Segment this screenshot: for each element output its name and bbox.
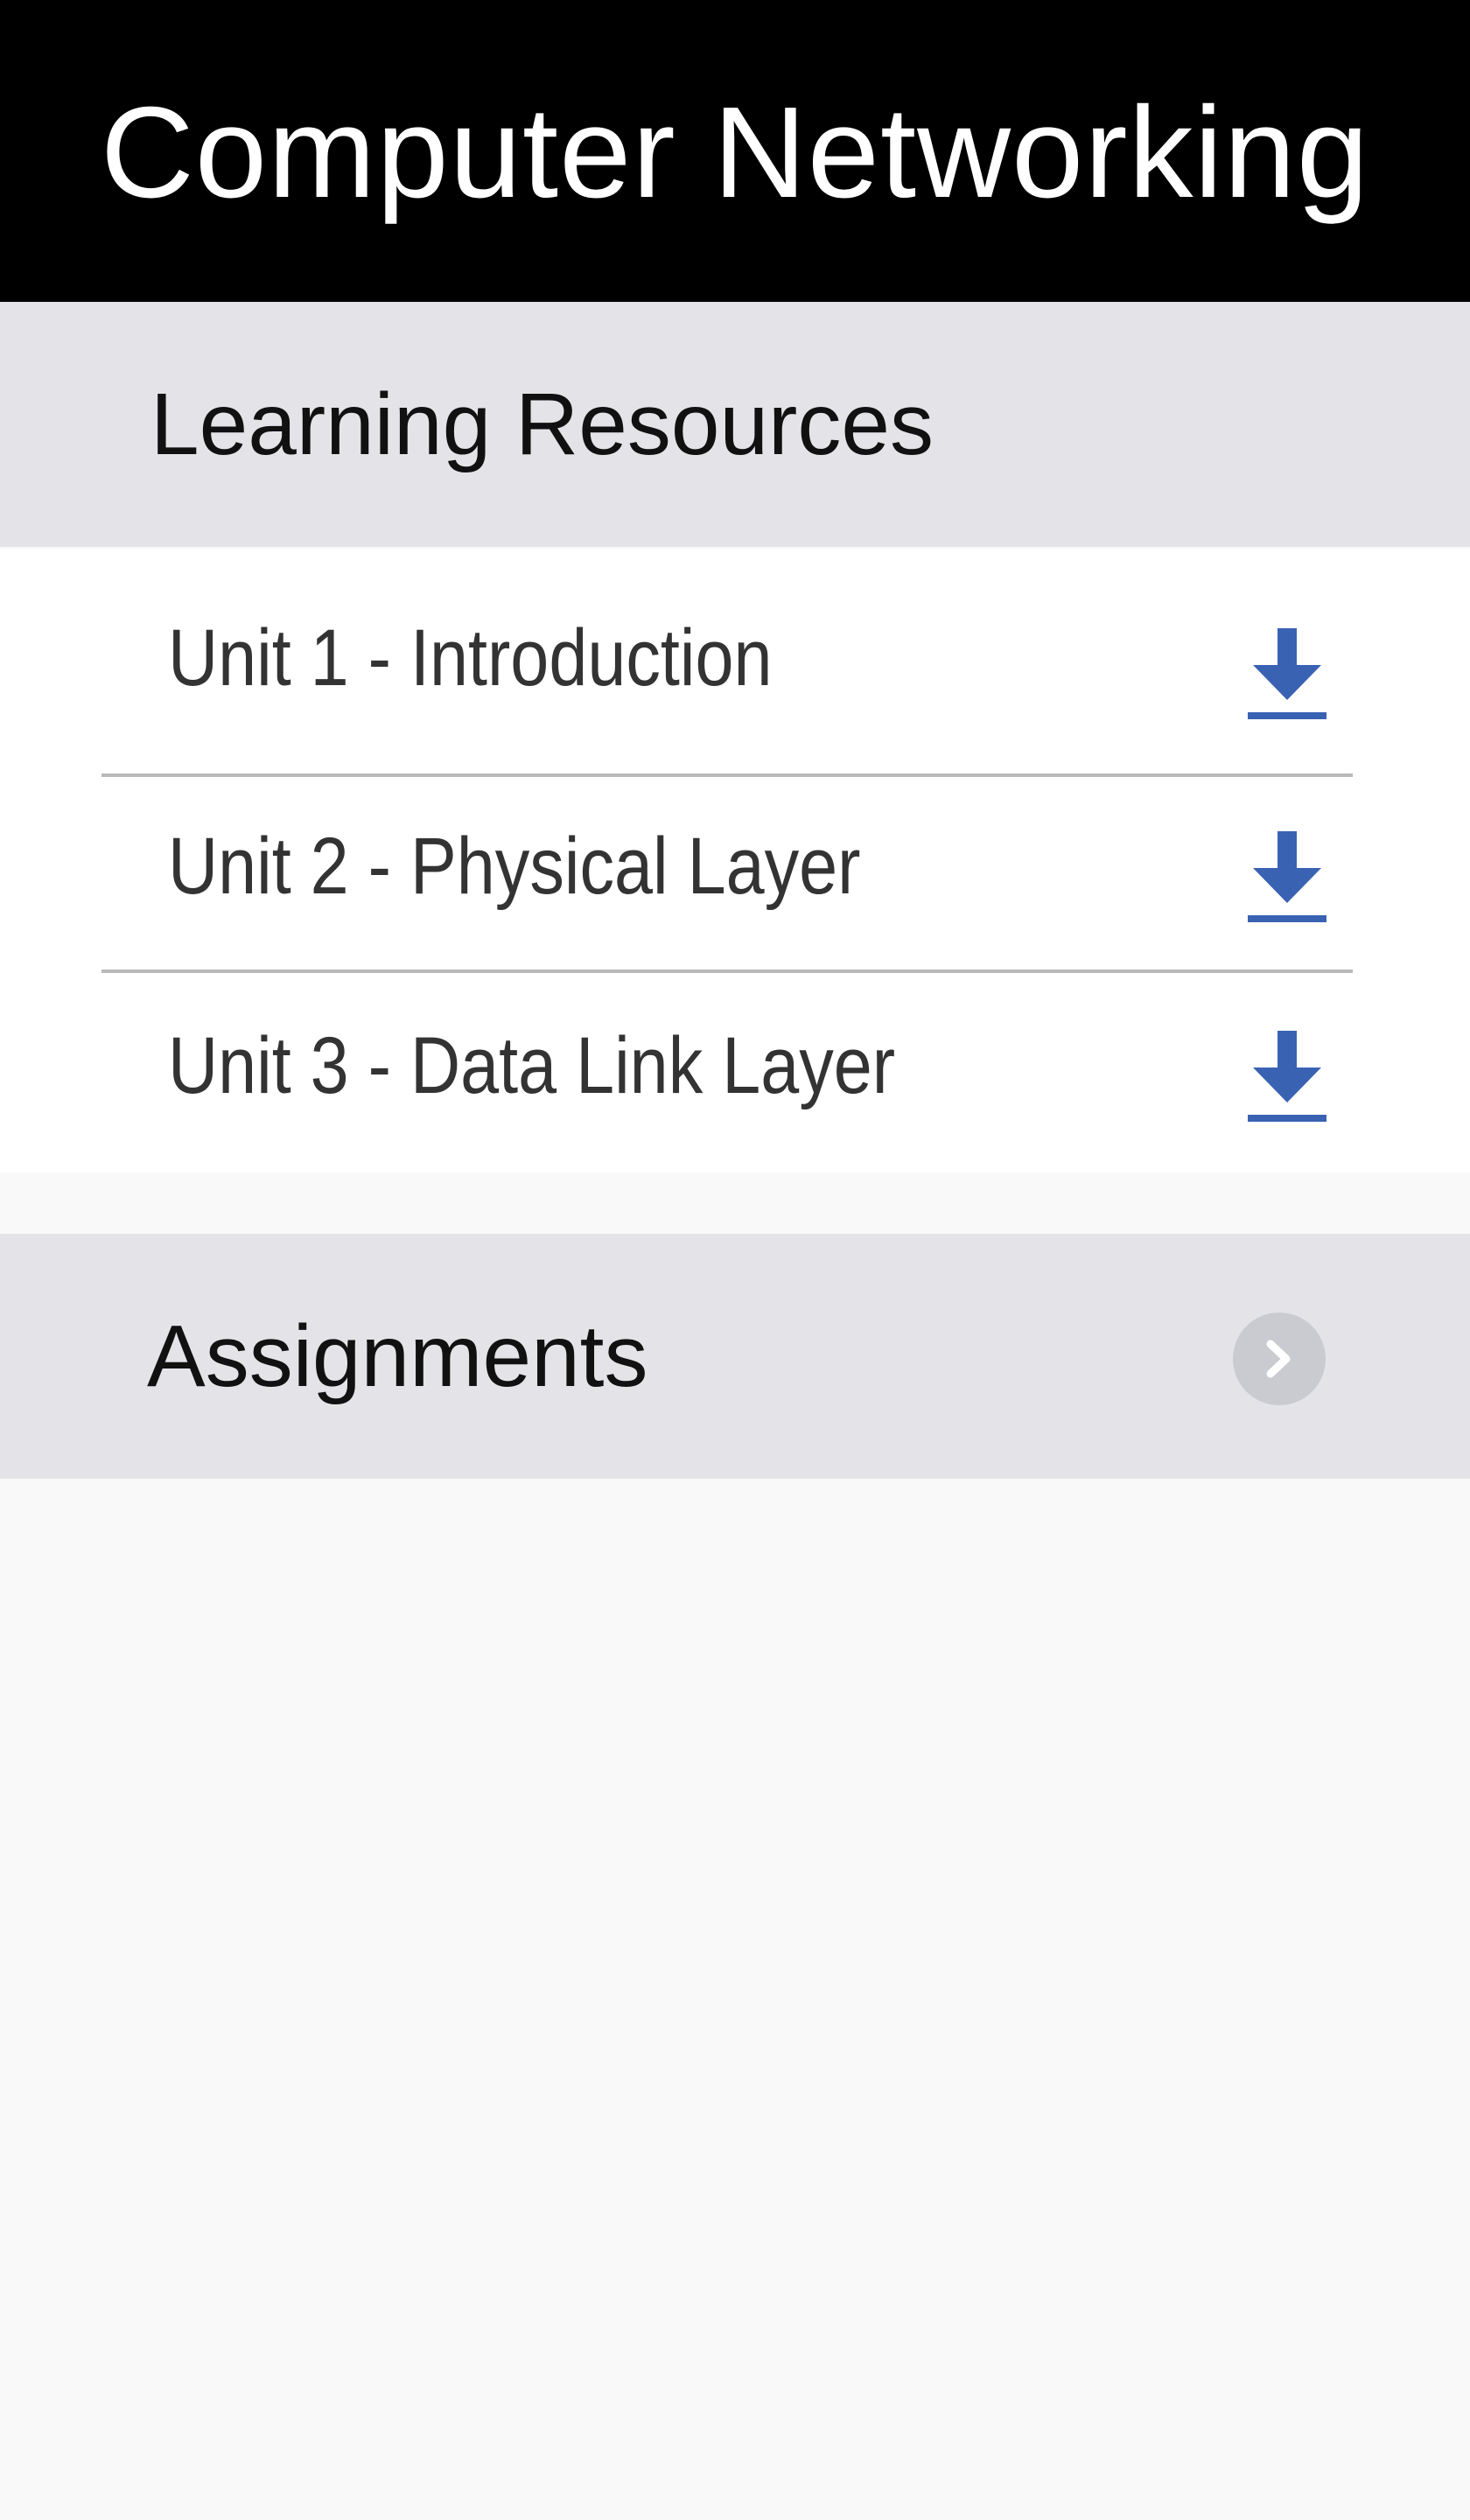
app-header: Computer Networking: [0, 0, 1470, 302]
section-title: Learning Resources: [150, 374, 934, 473]
download-icon[interactable]: [1248, 1031, 1326, 1122]
list-item-label: Unit 1 - Introduction: [168, 613, 773, 703]
download-icon[interactable]: [1248, 831, 1326, 922]
section-header-learning-resources[interactable]: Learning Resources: [0, 302, 1470, 547]
list-item-unit-3[interactable]: Unit 3 - Data Link Layer: [102, 973, 1353, 1172]
chevron-right-icon: [1266, 1340, 1291, 1378]
resources-list: Unit 1 - Introduction Unit 2 - Physical …: [0, 550, 1470, 1172]
list-item-label: Unit 2 - Physical Layer: [168, 822, 861, 911]
list-item-label: Unit 3 - Data Link Layer: [168, 1021, 896, 1110]
list-item-unit-2[interactable]: Unit 2 - Physical Layer: [102, 777, 1353, 970]
download-icon[interactable]: [1248, 628, 1326, 719]
page-title: Computer Networking: [100, 80, 1370, 225]
list-item-unit-1[interactable]: Unit 1 - Introduction: [102, 550, 1353, 774]
section-title: Assignments: [147, 1306, 648, 1405]
assignments-expand-button[interactable]: [1233, 1312, 1326, 1405]
